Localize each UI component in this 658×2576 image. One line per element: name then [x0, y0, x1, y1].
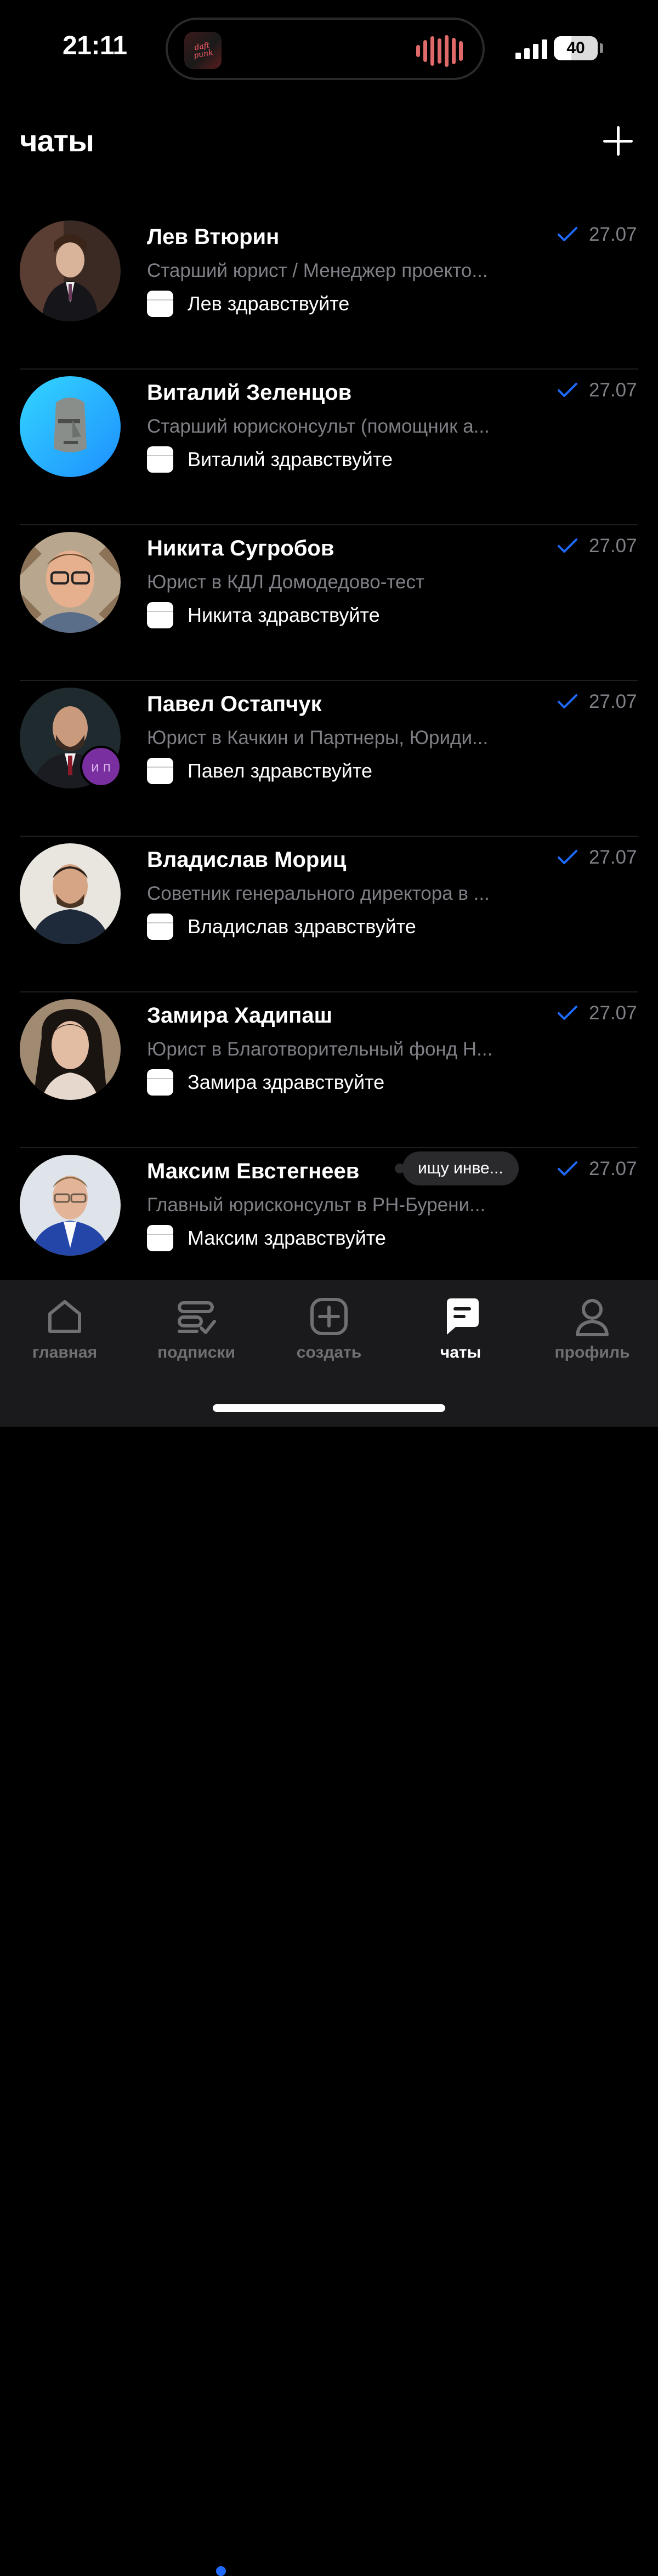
notification-dot	[216, 2566, 226, 2576]
chat-date: 27.07	[589, 379, 637, 401]
read-check-icon	[558, 538, 577, 553]
chat-item[interactable]: и п Павел Остапчук Юрист в Качкин и Парт…	[0, 681, 658, 837]
tab-label: главная	[32, 1343, 98, 1361]
tab-label: чаты	[440, 1343, 481, 1361]
chat-subtitle: Советник генерального директора в ...	[147, 883, 490, 904]
chat-name: Максим Евстегнеев	[147, 1159, 360, 1183]
chat-list: Лев Втюрин Старший юрист / Менеджер прое…	[0, 214, 658, 1304]
chat-name: Владислав Мориц	[147, 848, 347, 872]
status-time: 21:11	[63, 31, 127, 60]
document-icon	[147, 1069, 173, 1096]
last-message-text: Владислав здравствуйте	[188, 915, 416, 938]
new-chat-button[interactable]	[601, 124, 635, 158]
chat-subtitle: Юрист в Качкин и Партнеры, Юриди...	[147, 727, 489, 748]
last-message-text: Виталий здравствуйте	[188, 448, 393, 470]
dynamic-island[interactable]: daft punk	[166, 18, 485, 80]
last-message-text: Павел здравствуйте	[188, 759, 372, 782]
chat-date: 27.07	[589, 1002, 637, 1024]
profile-icon	[576, 1299, 609, 1336]
last-message-text: Максим здравствуйте	[188, 1227, 386, 1249]
tab-label: создать	[296, 1343, 362, 1361]
tab-chats[interactable]: чаты	[406, 1295, 515, 1362]
read-check-icon	[558, 383, 577, 397]
avatar	[20, 999, 121, 1100]
create-icon	[310, 1298, 348, 1335]
read-check-icon	[558, 1006, 577, 1020]
home-icon	[48, 1300, 81, 1333]
last-message: Лев здравствуйте	[147, 291, 349, 317]
read-check-icon	[558, 227, 577, 241]
tab-subscriptions[interactable]: подписки	[141, 1295, 251, 1362]
chat-date: 27.07	[589, 847, 637, 868]
battery-level: 40	[566, 39, 585, 57]
chat-subtitle: Юрист в Благотворительный фонд Н...	[147, 1039, 493, 1060]
document-icon	[147, 446, 173, 473]
now-playing-artwork: daft punk	[184, 32, 222, 69]
chat-icon	[447, 1298, 479, 1335]
avatar	[20, 220, 121, 321]
chat-subtitle: Старший юрист / Менеджер проекто...	[147, 260, 488, 281]
chat-subtitle: Главный юрисконсульт в РН-Бурени...	[147, 1194, 486, 1216]
chat-item[interactable]: Замира Хадипаш Юрист в Благотворительный…	[0, 992, 658, 1148]
chat-name: Лев Втюрин	[147, 225, 280, 249]
audio-waveform-icon	[416, 35, 463, 67]
chat-item[interactable]: Виталий Зеленцов Старший юрисконсульт (п…	[0, 370, 658, 525]
read-check-icon	[558, 1161, 577, 1176]
read-check-icon	[558, 850, 577, 864]
last-message: Никита здравствуйте	[147, 602, 380, 628]
tab-home[interactable]: главная	[10, 1295, 120, 1362]
battery-tip	[600, 43, 603, 53]
home-indicator[interactable]	[213, 1404, 445, 1412]
chat-item[interactable]: Лев Втюрин Старший юрист / Менеджер прое…	[0, 214, 658, 370]
tab-profile[interactable]: профиль	[537, 1295, 647, 1362]
last-message: Виталий здравствуйте	[147, 446, 393, 473]
status-bubble: ищу инве...	[395, 1151, 519, 1185]
chat-name: Никита Сугробов	[147, 536, 334, 560]
chat-item[interactable]: Никита Сугробов Юрист в КДЛ Домодедово-т…	[0, 525, 658, 681]
tab-create[interactable]: создать	[274, 1295, 384, 1362]
last-message-text: Никита здравствуйте	[188, 604, 380, 626]
chat-date: 27.07	[589, 224, 637, 245]
subscriptions-icon	[178, 1301, 216, 1334]
avatar	[20, 1155, 121, 1256]
last-message: Замира здравствуйте	[147, 1069, 384, 1096]
document-icon	[147, 758, 173, 784]
document-icon	[147, 1225, 173, 1251]
chat-date: 27.07	[589, 1158, 637, 1179]
chat-subtitle: Юрист в КДЛ Домодедово-тест	[147, 571, 425, 593]
chat-name: Павел Остапчук	[147, 692, 322, 716]
document-icon	[147, 291, 173, 317]
company-badge: и п	[80, 746, 122, 787]
chat-name: Замира Хадипаш	[147, 1003, 332, 1028]
status-bar: 21:11 daft punk 40	[0, 0, 658, 99]
tab-label: профиль	[554, 1343, 630, 1361]
chat-item[interactable]: Владислав Мориц Советник генерального ди…	[0, 837, 658, 992]
last-message: Владислав здравствуйте	[147, 913, 416, 940]
avatar	[20, 843, 121, 944]
document-icon	[147, 913, 173, 940]
artwork-logo: daft punk	[193, 41, 214, 60]
document-icon	[147, 602, 173, 628]
chat-subtitle: Старший юрисконсульт (помощник а...	[147, 416, 490, 437]
battery-indicator: 40	[554, 36, 598, 60]
cellular-signal-icon	[515, 38, 547, 59]
chat-date: 27.07	[589, 535, 637, 557]
last-message-text: Лев здравствуйте	[188, 292, 350, 315]
avatar	[20, 532, 121, 633]
tab-label: подписки	[157, 1343, 235, 1361]
last-message-text: Замира здравствуйте	[188, 1071, 385, 1093]
page-title: чаты	[20, 123, 94, 158]
read-check-icon	[558, 694, 577, 708]
avatar	[20, 376, 121, 477]
chat-date: 27.07	[589, 691, 637, 712]
last-message: Максим здравствуйте	[147, 1225, 386, 1251]
chat-name: Виталий Зеленцов	[147, 381, 352, 405]
last-message: Павел здравствуйте	[147, 758, 372, 784]
